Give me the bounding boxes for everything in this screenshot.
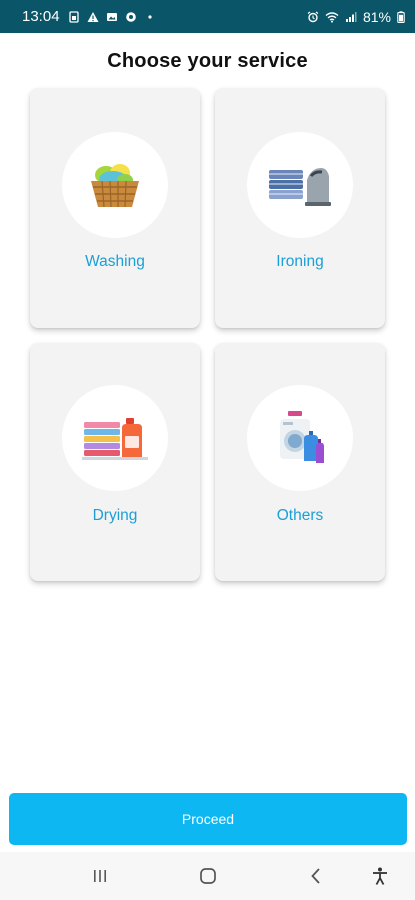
folded-clothes-detergent-icon	[82, 418, 148, 460]
service-label: Others	[276, 507, 324, 524]
battery-level: 81%	[362, 8, 391, 25]
dot-icon	[147, 14, 152, 19]
iron-clothes-icon	[269, 168, 331, 206]
service-card-ironing[interactable]: Ironing	[215, 88, 385, 328]
service-icon-circle	[62, 132, 168, 238]
accessibility-button[interactable]	[368, 864, 392, 888]
page-title: Choose your service	[107, 50, 308, 72]
status-time: 13:04	[22, 8, 60, 25]
status-left-icons	[68, 10, 156, 23]
proceed-button[interactable]: Proceed	[9, 793, 407, 845]
recent-apps-button[interactable]	[88, 864, 112, 888]
sim-card-icon	[68, 10, 79, 23]
service-label: Ironing	[276, 253, 324, 270]
service-icon-circle	[247, 385, 353, 491]
washing-machine-bottles-icon	[280, 411, 324, 463]
app-icon	[125, 11, 136, 22]
navigation-bar	[0, 852, 415, 900]
service-card-washing[interactable]: Washing	[30, 88, 200, 328]
back-icon	[311, 868, 320, 884]
accessibility-icon	[373, 867, 387, 885]
service-label: Washing	[85, 253, 145, 270]
signal-icon	[345, 11, 357, 22]
service-icon-circle	[62, 385, 168, 491]
battery-icon	[397, 10, 405, 23]
gallery-icon	[106, 12, 117, 21]
laundry-basket-icon	[91, 164, 139, 208]
wifi-icon	[325, 11, 339, 23]
home-icon	[200, 868, 216, 884]
service-label: Drying	[92, 507, 138, 524]
service-card-others[interactable]: Others	[215, 343, 385, 581]
back-button[interactable]	[304, 864, 328, 888]
warning-icon	[87, 11, 99, 22]
status-right-icons: 81%	[307, 9, 405, 25]
status-bar: 13:04 81%	[0, 0, 415, 33]
home-button[interactable]	[196, 864, 220, 888]
alarm-icon	[307, 11, 319, 22]
service-icon-circle	[247, 132, 353, 238]
service-card-drying[interactable]: Drying	[30, 343, 200, 581]
recent-apps-icon	[94, 870, 106, 882]
